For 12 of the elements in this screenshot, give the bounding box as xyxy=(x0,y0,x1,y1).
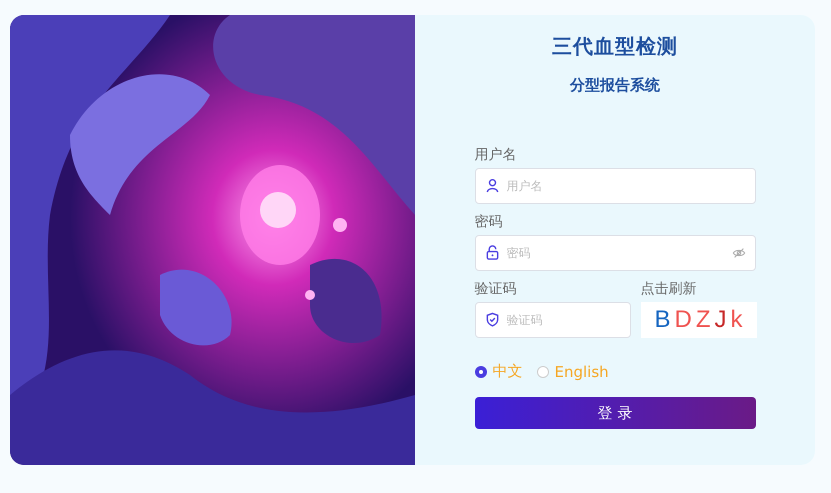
app-title: 三代血型检测 xyxy=(552,33,678,60)
input-field[interactable]: 验证码 xyxy=(474,302,630,338)
input-field[interactable]: 用户名 xyxy=(474,168,756,204)
field-label: 验证码 xyxy=(474,280,518,299)
app-subtitle: 分型报告系统 xyxy=(570,76,660,95)
field-label: 密码 xyxy=(474,213,504,232)
refresh-label: 点击刷新 xyxy=(640,280,698,299)
captcha-image[interactable]: B D Z J k xyxy=(640,302,756,338)
hidden-eye-icon[interactable] xyxy=(732,246,746,260)
login-button[interactable]: 登 录 xyxy=(474,397,756,429)
field-label: 用户名 xyxy=(474,146,518,165)
input-field[interactable]: 密码 xyxy=(474,235,756,271)
